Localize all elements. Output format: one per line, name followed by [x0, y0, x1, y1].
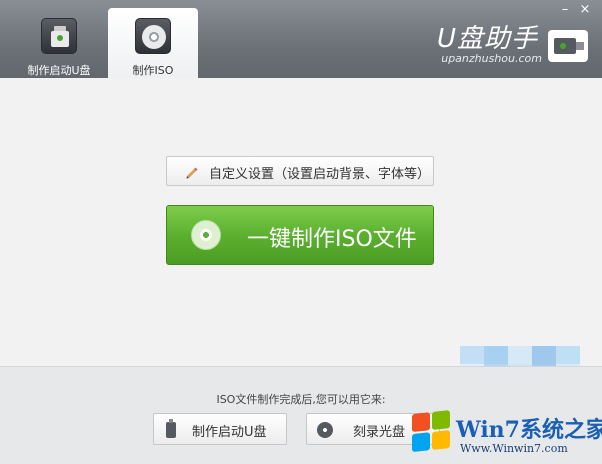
- tab-make-usb-label: 制作启动U盘: [27, 64, 91, 77]
- app-window: 制作启动U盘 制作ISO U盘助手 upanzhushou.com – × 自定…: [0, 0, 602, 464]
- burn-disc-label: 刻录光盘: [353, 425, 406, 440]
- tab-make-usb[interactable]: 制作启动U盘: [14, 8, 104, 78]
- usb-small-icon: [166, 419, 176, 438]
- brand-logo-icon: [548, 30, 588, 62]
- disc-small-icon: [317, 422, 333, 438]
- brand-title: U盘助手: [436, 24, 538, 54]
- minimize-button[interactable]: –: [556, 2, 574, 18]
- make-usb-button[interactable]: 制作启动U盘: [153, 413, 287, 445]
- win7-watermark: Win7系统之家 Www.Winwin7.com: [410, 408, 602, 464]
- footer-hint: ISO文件制作完成后,您可以用它来:: [216, 393, 386, 406]
- watermark-text: Win7系统之家: [456, 417, 602, 443]
- watermark-url: Www.Winwin7.com: [460, 442, 568, 455]
- tab-make-iso-label: 制作ISO: [132, 64, 174, 77]
- windows-flag-icon: [412, 410, 452, 454]
- custom-settings-button[interactable]: 自定义设置（设置启动背景、字体等）: [166, 156, 434, 186]
- main-panel: 自定义设置（设置启动背景、字体等） 一键制作ISO文件: [0, 78, 602, 382]
- pencil-icon: [186, 167, 198, 179]
- mosaic-cell: [556, 346, 580, 364]
- title-bar: 制作启动U盘 制作ISO U盘助手 upanzhushou.com – ×: [0, 0, 602, 78]
- usb-drive-icon: [41, 18, 77, 54]
- mosaic-cell: [532, 346, 556, 364]
- mosaic-cell: [460, 346, 484, 364]
- disc-icon: [191, 220, 221, 250]
- custom-settings-label: 自定义设置（设置启动背景、字体等）: [209, 167, 431, 182]
- tab-make-iso[interactable]: 制作ISO: [108, 8, 198, 78]
- disc-icon: [135, 18, 171, 54]
- mosaic-cell: [508, 346, 532, 364]
- make-iso-button[interactable]: 一键制作ISO文件: [166, 205, 434, 265]
- brand-domain: upanzhushou.com: [441, 52, 542, 65]
- make-iso-label: 一键制作ISO文件: [247, 227, 417, 252]
- close-button[interactable]: ×: [576, 2, 594, 18]
- make-usb-label: 制作启动U盘: [192, 425, 267, 440]
- mosaic-cell: [484, 346, 508, 364]
